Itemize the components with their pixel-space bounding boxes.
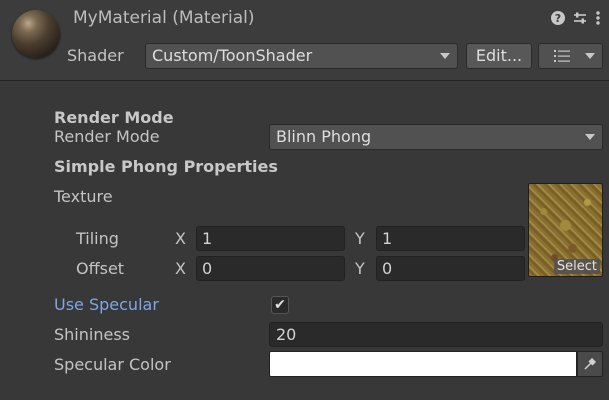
texture-label: Texture: [54, 187, 113, 206]
render-mode-value: Blinn Phong: [276, 127, 372, 146]
shader-label: Shader: [67, 46, 124, 65]
tiling-x-label: X: [175, 229, 186, 248]
texture-select-button[interactable]: Select: [553, 259, 600, 274]
tiling-y-field[interactable]: 1: [376, 226, 525, 251]
color-picker-button[interactable]: [577, 351, 603, 377]
offset-y-field[interactable]: 0: [376, 256, 525, 281]
offset-x-label: X: [175, 259, 186, 278]
texture-slot[interactable]: Select: [528, 183, 603, 277]
presets-sliders-icon[interactable]: [573, 11, 587, 25]
material-preview-sphere: [12, 10, 60, 58]
material-header: MyMaterial (Material) ? Shader Custom/To…: [0, 0, 609, 81]
section-header-render-mode: Render Mode: [54, 108, 174, 127]
chevron-down-icon: [585, 134, 595, 140]
offset-x-field[interactable]: 0: [196, 256, 345, 281]
material-properties: Render Mode Render Mode Blinn Phong Simp…: [0, 81, 609, 400]
shininess-field[interactable]: 20: [269, 322, 603, 347]
specular-color-swatch[interactable]: [269, 351, 577, 377]
shader-dropdown[interactable]: Custom/ToonShader: [145, 43, 458, 69]
edit-shader-button[interactable]: Edit...: [466, 43, 532, 69]
section-header-simple-phong: Simple Phong Properties: [54, 157, 278, 176]
more-options-icon[interactable]: [595, 10, 601, 26]
chevron-down-icon: [440, 53, 450, 59]
tiling-label: Tiling: [76, 229, 119, 248]
offset-y-label: Y: [355, 259, 365, 278]
specular-color-label: Specular Color: [54, 355, 171, 374]
render-mode-label: Render Mode: [54, 127, 160, 146]
use-specular-checkbox[interactable]: ✔: [271, 296, 289, 314]
render-mode-dropdown[interactable]: Blinn Phong: [269, 124, 603, 150]
shader-dropdown-value: Custom/ToonShader: [152, 46, 313, 65]
material-title: MyMaterial (Material): [73, 8, 255, 28]
chevron-down-icon: [585, 53, 595, 59]
eyedropper-icon: [584, 357, 597, 370]
tiling-y-label: Y: [355, 229, 365, 248]
use-specular-label: Use Specular: [54, 295, 159, 314]
shininess-label: Shininess: [54, 325, 130, 344]
shader-options-dropdown[interactable]: [538, 43, 603, 69]
help-icon[interactable]: ?: [551, 11, 565, 25]
offset-label: Offset: [76, 259, 125, 278]
tiling-x-field[interactable]: 1: [196, 226, 345, 251]
list-icon: [554, 50, 570, 62]
header-icons: ?: [551, 10, 601, 26]
